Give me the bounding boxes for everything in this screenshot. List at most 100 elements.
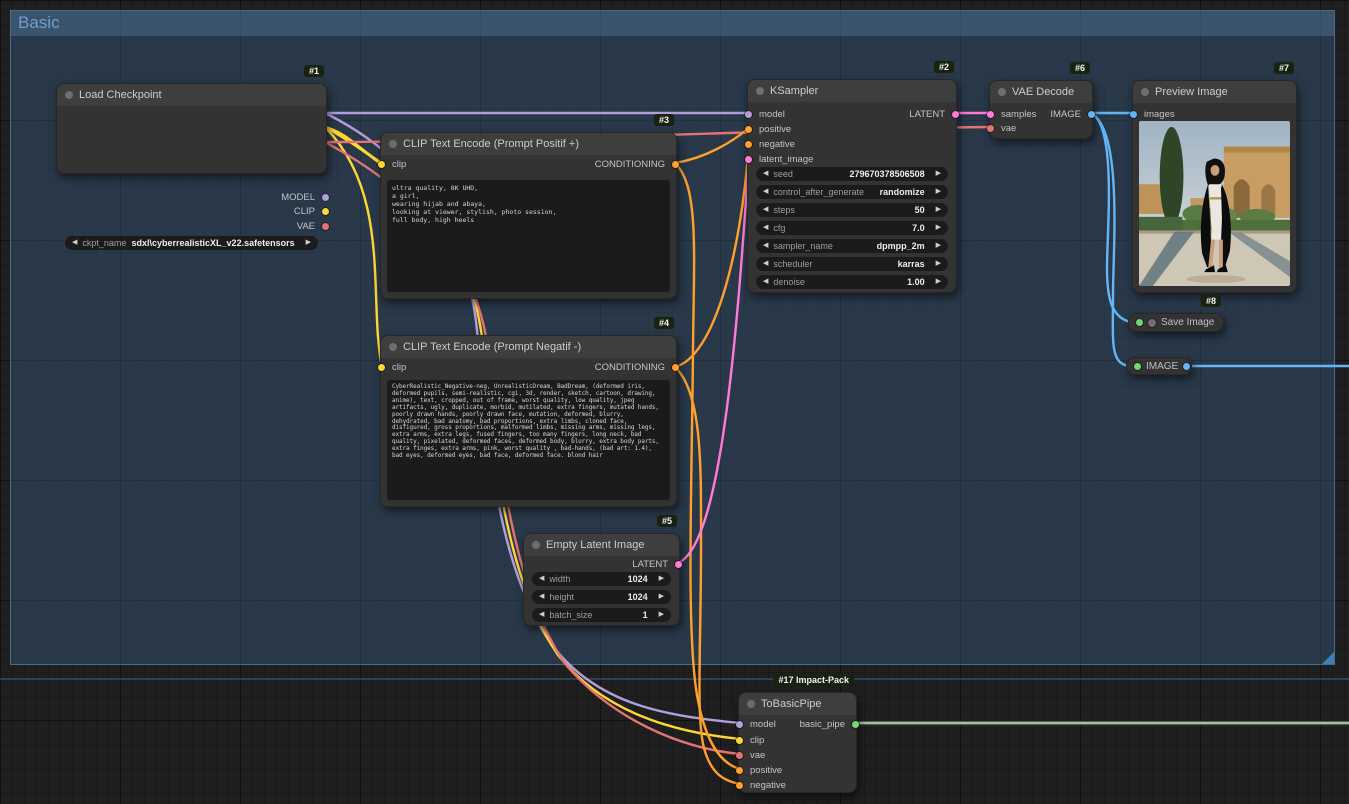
port-label: latent_image <box>759 153 814 165</box>
node-clip-text-encode-negative[interactable]: #4 CLIP Text Encode (Prompt Negatif -) c… <box>378 317 679 507</box>
next-arrow-icon[interactable]: ▶ <box>659 572 664 586</box>
prev-arrow-icon[interactable]: ◀ <box>763 167 768 181</box>
conditioning-port-dot[interactable] <box>736 766 743 774</box>
next-arrow-icon[interactable]: ▶ <box>936 203 941 217</box>
conditioning-port-dot[interactable] <box>745 140 752 148</box>
node-status-dot <box>389 343 397 351</box>
widget-value: 7.0 <box>912 223 925 233</box>
node-title-bar[interactable]: Preview Image <box>1133 81 1296 103</box>
node-badge: #17 Impact-Pack <box>773 674 854 686</box>
next-arrow-icon[interactable]: ▶ <box>936 239 941 253</box>
node-title-bar[interactable]: Load Checkpoint <box>57 84 326 106</box>
next-arrow-icon[interactable]: ▶ <box>936 275 941 289</box>
node-title-text: CLIP Text Encode (Prompt Positif +) <box>403 138 579 150</box>
node-save-image-collapsed[interactable]: #8 Save Image <box>1128 295 1224 332</box>
widget-value: sdxl\cyberrealisticXL_v22.safetensors <box>131 238 295 248</box>
image-port-dot[interactable] <box>1088 110 1095 118</box>
model-port-dot[interactable] <box>736 720 743 728</box>
clip-port-dot[interactable] <box>736 736 743 744</box>
latent-port-dot[interactable] <box>952 110 959 118</box>
wire-negative-to-ksampler <box>673 141 751 369</box>
latent-port-dot[interactable] <box>745 155 752 163</box>
vae-port-dot[interactable] <box>736 751 743 759</box>
preview-image-thumbnail[interactable] <box>1139 121 1290 286</box>
latent-port-dot[interactable] <box>987 110 994 118</box>
node-title-bar[interactable]: CLIP Text Encode (Prompt Positif +) <box>381 133 676 155</box>
prev-arrow-icon[interactable]: ◀ <box>539 572 544 586</box>
cfg-widget[interactable]: ◀ cfg 7.0 ▶ <box>756 221 948 235</box>
latent-port-dot[interactable] <box>675 560 682 568</box>
image-port-dot[interactable] <box>1130 110 1137 118</box>
model-port-dot[interactable] <box>745 110 752 118</box>
node-status-dot <box>1141 88 1149 96</box>
denoise-widget[interactable]: ◀ denoise 1.00 ▶ <box>756 275 948 289</box>
ckpt-name-widget[interactable]: ◀ ckpt_name sdxl\cyberrealisticXL_v22.sa… <box>65 236 318 250</box>
width-widget[interactable]: ◀ width 1024 ▶ <box>532 572 671 586</box>
prev-arrow-icon[interactable]: ◀ <box>763 221 768 235</box>
conditioning-port-dot[interactable] <box>736 781 743 789</box>
output-conditioning: CONDITIONING <box>595 157 679 171</box>
node-badge: #2 <box>933 61 954 73</box>
clip-port-dot[interactable] <box>378 160 385 168</box>
next-arrow-icon[interactable]: ▶ <box>306 236 311 250</box>
prev-arrow-icon[interactable]: ◀ <box>763 185 768 199</box>
prev-arrow-icon[interactable]: ◀ <box>539 590 544 604</box>
node-ksampler[interactable]: #2 KSampler model positive negative late… <box>745 61 959 293</box>
port-label: samples <box>1001 108 1037 120</box>
node-status-dot <box>998 88 1006 96</box>
node-graph-canvas[interactable]: Basic #1 Load Checkpoint MODEL CLIP VAE … <box>0 0 1349 804</box>
node-title-bar[interactable]: CLIP Text Encode (Prompt Negatif -) <box>381 336 676 358</box>
node-vae-decode[interactable]: #6 VAE Decode samples vae IMAGE <box>987 62 1095 139</box>
next-arrow-icon[interactable]: ▶ <box>659 590 664 604</box>
conditioning-port-dot[interactable] <box>745 125 752 133</box>
node-empty-latent-image[interactable]: #5 Empty Latent Image LATENT ◀ width 102… <box>523 515 682 626</box>
scheduler-widget[interactable]: ◀ scheduler karras ▶ <box>756 257 948 271</box>
node-title-bar[interactable]: KSampler <box>748 80 956 102</box>
node-clip-text-encode-positive[interactable]: #3 CLIP Text Encode (Prompt Positif +) c… <box>378 114 679 299</box>
image-port-dot[interactable] <box>1183 362 1191 370</box>
next-arrow-icon[interactable]: ▶ <box>936 167 941 181</box>
height-widget[interactable]: ◀ height 1024 ▶ <box>532 590 671 604</box>
sampler-name-widget[interactable]: ◀ sampler_name dpmpp_2m ▶ <box>756 239 948 253</box>
vae-port-dot[interactable] <box>322 222 329 230</box>
prev-arrow-icon[interactable]: ◀ <box>763 239 768 253</box>
negative-prompt-textarea[interactable]: CyberRealistic_Negative-neg, Unrealistic… <box>387 380 670 500</box>
node-image-reroute-collapsed[interactable]: IMAGE <box>1126 357 1192 375</box>
basic-pipe-port-dot[interactable] <box>852 720 859 728</box>
next-arrow-icon[interactable]: ▶ <box>659 608 664 622</box>
collapsed-input-dot[interactable] <box>1136 319 1143 326</box>
node-title-bar[interactable]: ToBasicPipe <box>739 693 856 715</box>
wire-positive-to-tobasicpipe <box>673 161 742 771</box>
node-badge: #3 <box>653 114 674 126</box>
prev-arrow-icon[interactable]: ◀ <box>539 608 544 622</box>
positive-prompt-textarea[interactable]: ultra quality, 8K UHD, a girl, wearing h… <box>387 180 670 292</box>
node-status-dot <box>532 541 540 549</box>
prev-arrow-icon[interactable]: ◀ <box>72 236 77 250</box>
next-arrow-icon[interactable]: ▶ <box>936 185 941 199</box>
prev-arrow-icon[interactable]: ◀ <box>763 257 768 271</box>
conditioning-port-dot[interactable] <box>672 363 679 371</box>
node-title-bar[interactable]: VAE Decode <box>990 81 1092 103</box>
prev-arrow-icon[interactable]: ◀ <box>763 275 768 289</box>
control-after-generate-widget[interactable]: ◀ control_after_generate randomize ▶ <box>756 185 948 199</box>
input-negative: negative <box>736 778 786 792</box>
seed-widget[interactable]: ◀ seed 279670378506508 ▶ <box>756 167 948 181</box>
clip-port-dot[interactable] <box>322 207 329 215</box>
node-tobasicpipe[interactable]: #17 Impact-Pack ToBasicPipe model clip v… <box>736 674 859 793</box>
next-arrow-icon[interactable]: ▶ <box>936 221 941 235</box>
next-arrow-icon[interactable]: ▶ <box>936 257 941 271</box>
clip-port-dot[interactable] <box>378 363 385 371</box>
batch-size-widget[interactable]: ◀ batch_size 1 ▶ <box>532 608 671 622</box>
conditioning-port-dot[interactable] <box>672 160 679 168</box>
node-load-checkpoint[interactable]: #1 Load Checkpoint MODEL CLIP VAE ◀ ckpt… <box>56 65 329 250</box>
node-preview-image[interactable]: #7 Preview Image images <box>1130 62 1297 293</box>
steps-widget[interactable]: ◀ steps 50 ▶ <box>756 203 948 217</box>
port-label: CLIP <box>293 205 315 217</box>
node-title-bar[interactable]: Empty Latent Image <box>524 534 679 556</box>
port-label: clip <box>392 158 407 170</box>
collapse-toggle-icon[interactable] <box>1148 318 1156 327</box>
model-port-dot[interactable] <box>322 193 329 201</box>
collapsed-input-dot[interactable] <box>1134 362 1141 370</box>
prev-arrow-icon[interactable]: ◀ <box>763 203 768 217</box>
vae-port-dot[interactable] <box>987 124 994 132</box>
